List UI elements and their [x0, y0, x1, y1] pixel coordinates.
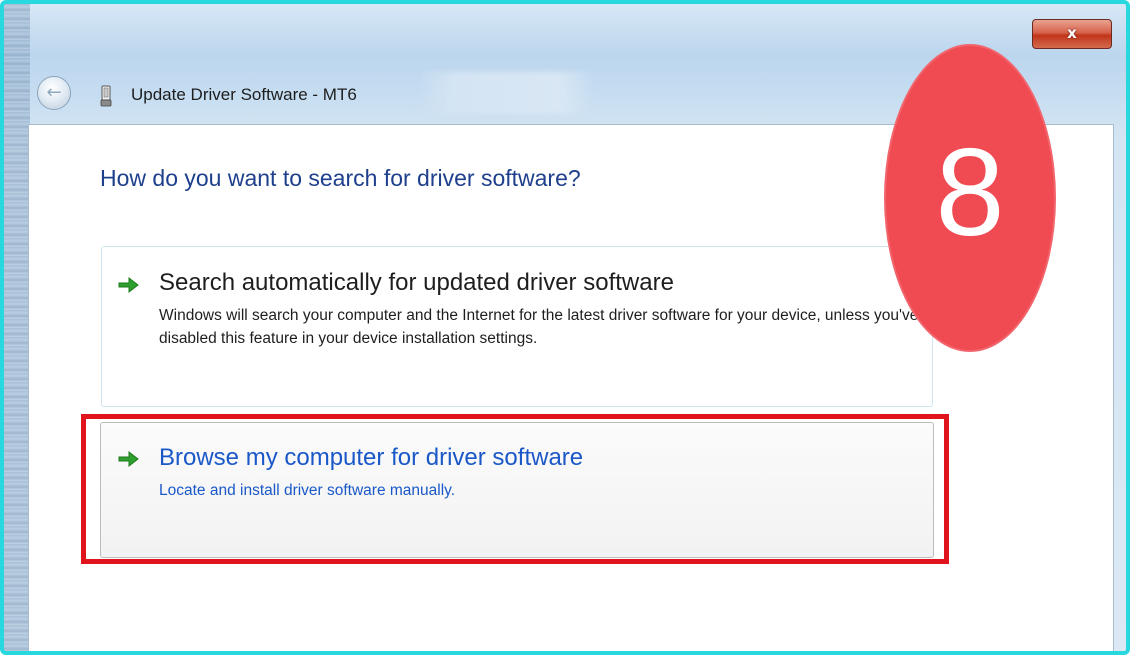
highlight-annotation-box — [81, 414, 949, 564]
window-title: Update Driver Software - MT6 — [131, 85, 357, 104]
background-window-edge — [4, 4, 30, 651]
back-arrow-icon: ← — [46, 82, 62, 103]
step-number-badge: 8 — [884, 44, 1056, 352]
option-title: Search automatically for updated driver … — [159, 269, 674, 296]
close-icon: x — [1067, 24, 1077, 42]
redacted-title-area — [418, 72, 594, 114]
green-arrow-icon — [118, 276, 139, 294]
page-heading: How do you want to search for driver sof… — [100, 165, 581, 191]
close-button[interactable]: x — [1032, 19, 1112, 49]
option-description: Windows will search your computer and th… — [159, 307, 919, 347]
option-search-automatically[interactable]: Search automatically for updated driver … — [101, 246, 933, 407]
back-button[interactable]: ← — [37, 76, 71, 110]
dialog-window: x ← Update Driver Software - MT6 How do … — [0, 0, 1130, 655]
usb-device-icon — [100, 85, 112, 107]
step-number: 8 — [935, 124, 1005, 262]
